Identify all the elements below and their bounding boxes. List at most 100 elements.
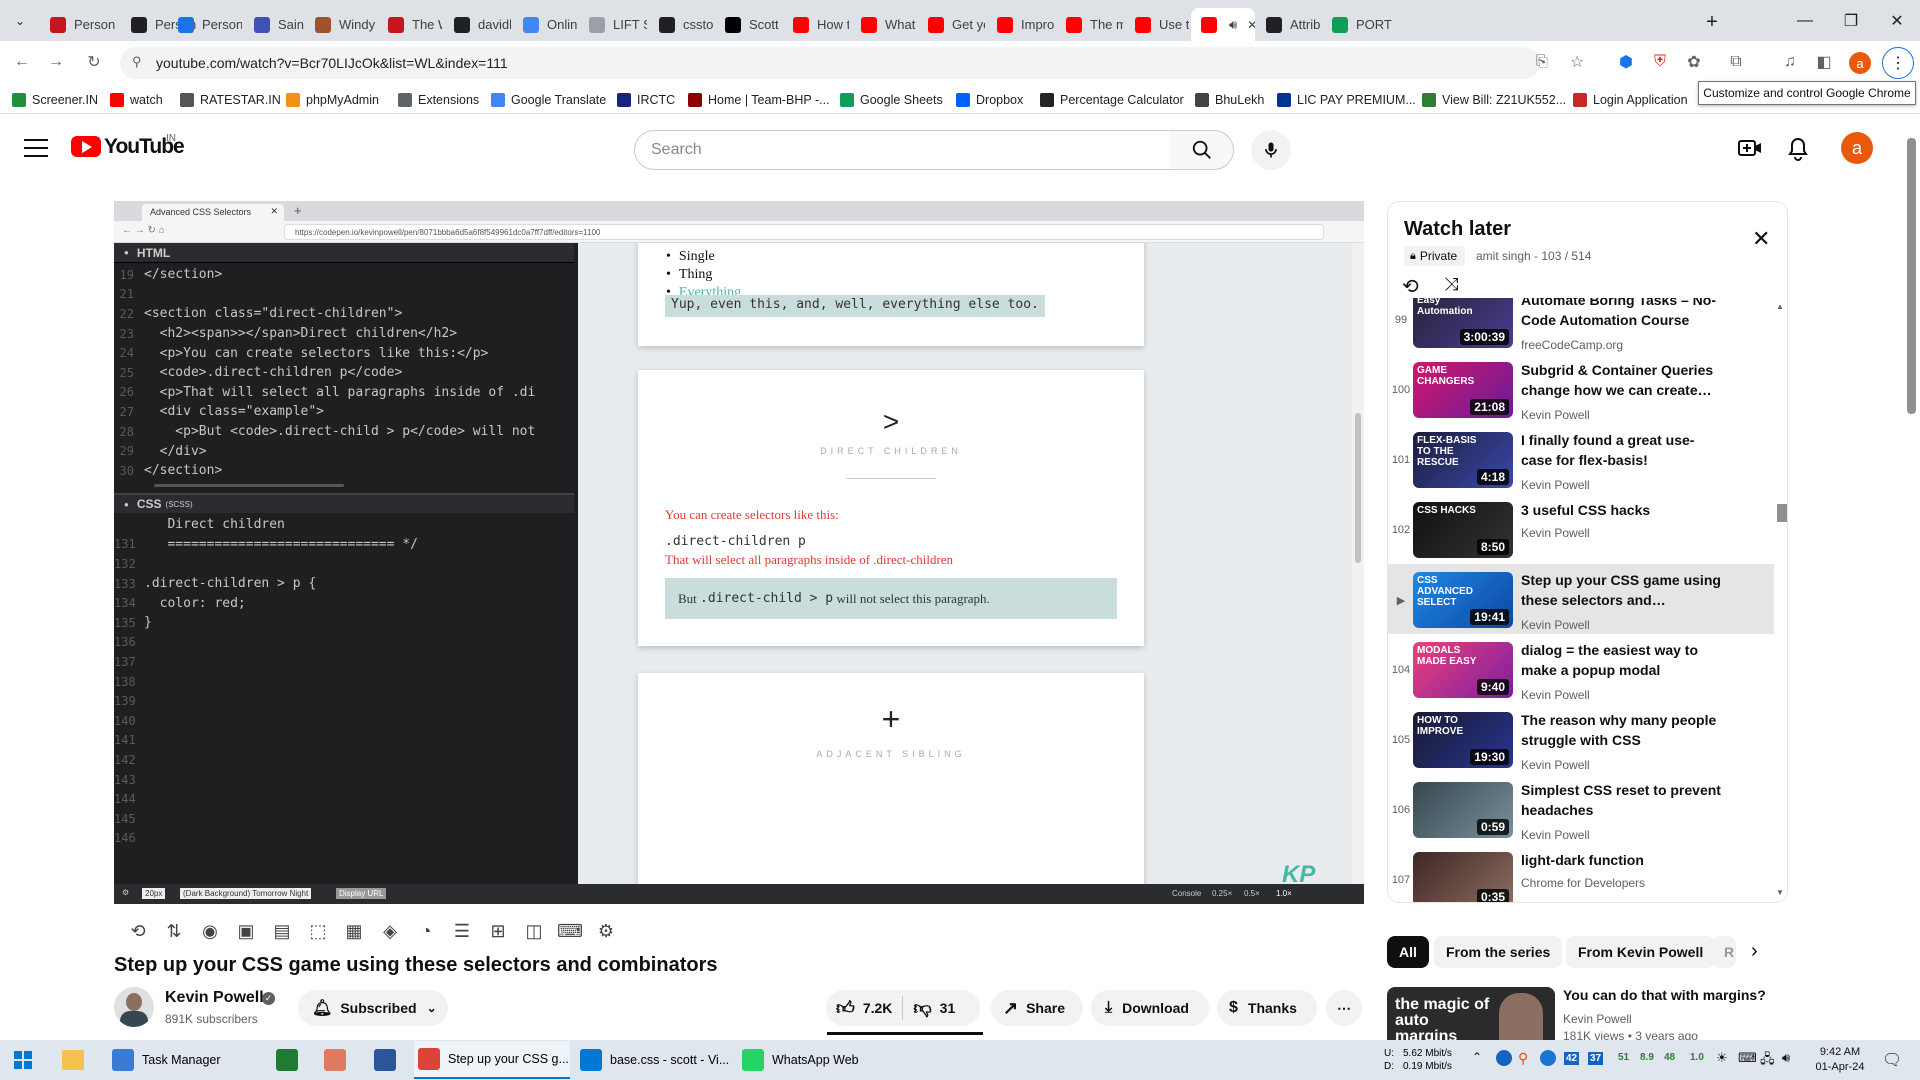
side-panel-icon[interactable]: ◧ [1812, 50, 1836, 74]
minimize-icon[interactable]: — [1782, 0, 1828, 41]
tray-indicator[interactable]: 42 [1564, 1052, 1580, 1065]
bookmark-item[interactable]: Percentage Calculator [1040, 91, 1184, 109]
tray-indicator[interactable]: 8.9 [1640, 1052, 1654, 1063]
weather-icon[interactable]: ☀ [1716, 1050, 1728, 1066]
filter-chip[interactable]: From the series [1434, 936, 1563, 968]
playlist-item[interactable]: 101 FLEX-BASIS TO THE RESCUE 4:18 I finally… [1388, 432, 1774, 502]
taskbar-app[interactable]: Step up your CSS g... [414, 1041, 570, 1079]
shield-extension-icon[interactable]: ⛨ [1648, 50, 1672, 74]
bookmark-item[interactable]: phpMyAdmin [286, 91, 379, 109]
tab[interactable]: PORTF [1322, 8, 1392, 41]
add-icon[interactable]: ⊞ [483, 917, 513, 945]
bookmark-star-icon[interactable]: ☆ [1570, 52, 1584, 72]
bookmark-item[interactable]: Login Application [1573, 91, 1688, 109]
tab[interactable]: Person [40, 8, 120, 41]
settings-icon[interactable]: ⚙ [591, 917, 621, 945]
tab[interactable]: Person [168, 8, 242, 41]
playlist-item[interactable]: 105 HOW TO IMPROVE 19:30 The reason why man… [1388, 712, 1774, 782]
tab[interactable]: Scott L [715, 8, 781, 41]
playlist-item[interactable]: 99 Easy Automation 3:00:39 Automate Boring … [1388, 298, 1774, 362]
filter-icon[interactable]: ◈ [375, 917, 405, 945]
tray-app-icon[interactable] [1496, 1050, 1512, 1066]
bookmark-item[interactable]: IRCTC [617, 91, 675, 109]
back-icon[interactable]: ← [10, 50, 34, 74]
tab[interactable]: The W [378, 8, 442, 41]
close-tab-icon[interactable]: ✕ [1247, 18, 1255, 32]
voice-search-button[interactable] [1251, 130, 1291, 170]
subscribed-button[interactable]: 🔔︎ Subscribed ⌄ [298, 990, 448, 1026]
bookmark-item[interactable]: RATESTAR.IN [180, 91, 281, 109]
mixer-icon[interactable]: ☰ [447, 917, 477, 945]
tray-indicator[interactable]: 48 [1664, 1052, 1675, 1063]
sort-icon[interactable]: ⇅ [159, 917, 189, 945]
speaker-icon[interactable]: 🔊︎ [1229, 17, 1237, 33]
screenshot-icon[interactable]: ◫ [519, 917, 549, 945]
tray-indicator[interactable]: 51 [1618, 1052, 1629, 1063]
reload-icon[interactable]: ↻ [82, 50, 106, 74]
new-tab-icon[interactable]: + [1700, 10, 1724, 34]
profile-avatar[interactable]: a [1849, 52, 1871, 74]
filter-chip[interactable]: All [1387, 936, 1429, 968]
fit-icon[interactable]: ⬚ [303, 917, 333, 945]
media-control-icon[interactable]: ♫ [1778, 50, 1802, 74]
tab[interactable]: Attribu [1256, 8, 1320, 41]
tab[interactable]: Improv [987, 8, 1054, 41]
account-avatar[interactable]: a [1841, 132, 1873, 164]
download-button[interactable]: ⤓ Download [1091, 990, 1209, 1026]
pip-icon[interactable]: ▣ [231, 917, 261, 945]
channel-avatar[interactable] [114, 987, 154, 1027]
clock[interactable]: 9:42 AM 01-Apr-24 [1808, 1045, 1872, 1075]
tab[interactable]: What's [851, 8, 916, 41]
network-icon[interactable]: 🖧︎ [1760, 1050, 1775, 1072]
video-player[interactable]: Advanced CSS Selectors ✕ + ← → ↻ ⌂ https:… [114, 201, 1364, 904]
close-window-icon[interactable]: ✕ [1874, 0, 1920, 41]
search-input[interactable]: Search [634, 130, 1171, 170]
taskbar-app[interactable] [370, 1041, 410, 1079]
search-button[interactable] [1170, 130, 1234, 170]
bookmark-item[interactable]: Dropbox [956, 91, 1023, 109]
taskbar-app[interactable] [320, 1041, 360, 1079]
tab[interactable]: The m [1056, 8, 1123, 41]
taskbar-app[interactable] [272, 1041, 312, 1079]
keyboard-icon[interactable]: ⌨ [555, 917, 585, 945]
theater-icon[interactable]: ▦ [339, 917, 369, 945]
channel-name[interactable]: Kevin Powell [165, 989, 264, 1007]
bookmark-item[interactable]: LIC PAY PREMIUM... [1277, 91, 1416, 109]
search-tray-icon[interactable]: ⚲ [1518, 1050, 1528, 1067]
tray-expand-icon[interactable]: ⌃ [1472, 1050, 1482, 1064]
bookmark-item[interactable]: View Bill: Z21UK552... [1422, 91, 1566, 109]
cinema-icon[interactable]: ▤ [267, 917, 297, 945]
playlist-item-current[interactable]: ▶ CSS ADVANCED SELECT 19:41 Step up your CS… [1388, 572, 1774, 642]
bookmark-item[interactable]: watch [110, 91, 163, 109]
file-explorer-icon[interactable] [62, 1050, 84, 1070]
tab[interactable]: csstoo [649, 8, 713, 41]
dislike-button[interactable]: 👎︎ 31 [913, 997, 955, 1019]
volume-icon[interactable]: 🔊︎ [1782, 1050, 1790, 1066]
recommended-title[interactable]: You can do that with margins? [1563, 987, 1766, 1003]
playlist-item[interactable]: 104 MODALS MADE EASY 9:40 dialog = the easi… [1388, 642, 1774, 712]
taskbar-app[interactable]: base.css - scott - Vi... [576, 1041, 732, 1079]
playlist-item[interactable]: 100 GAME CHANGERS 21:08 Subgrid & Container… [1388, 362, 1774, 432]
cast-icon[interactable]: ◉ [195, 917, 225, 945]
tab[interactable]: Windy [305, 8, 377, 41]
tab-search-icon[interactable]: ⌄ [8, 9, 32, 33]
bookmark-item[interactable]: Extensions [398, 91, 479, 109]
tab[interactable]: Get yo [918, 8, 985, 41]
taskbar-app[interactable]: Task Manager [108, 1041, 268, 1079]
tab[interactable]: davidh [444, 8, 511, 41]
tab[interactable]: Saints [244, 8, 304, 41]
guide-menu-icon[interactable] [24, 136, 48, 160]
extensions-puzzle-icon[interactable]: ⧉ [1724, 50, 1748, 74]
site-info-icon[interactable]: ⚲ [132, 54, 142, 70]
bookmark-item[interactable]: Google Translate [491, 91, 606, 109]
thanks-button[interactable]: $ Thanks [1217, 990, 1317, 1026]
create-video-icon[interactable] [1737, 136, 1765, 160]
playlist-item[interactable]: 106 0:59 Simplest CSS reset to prevent hea… [1388, 782, 1774, 852]
tab[interactable]: How to [783, 8, 849, 41]
playlist-scrollbar[interactable]: ▲ ▼ [1774, 298, 1787, 902]
restore-icon[interactable]: ❐ [1828, 0, 1874, 41]
youtube-logo-icon[interactable] [71, 136, 101, 157]
like-button[interactable]: 👍︎ 7.2K [836, 997, 892, 1019]
extension-icon[interactable]: ⬢ [1614, 50, 1638, 74]
playlist-item[interactable]: 107 0:35 light-dark function Chrome for Dev… [1388, 852, 1774, 902]
